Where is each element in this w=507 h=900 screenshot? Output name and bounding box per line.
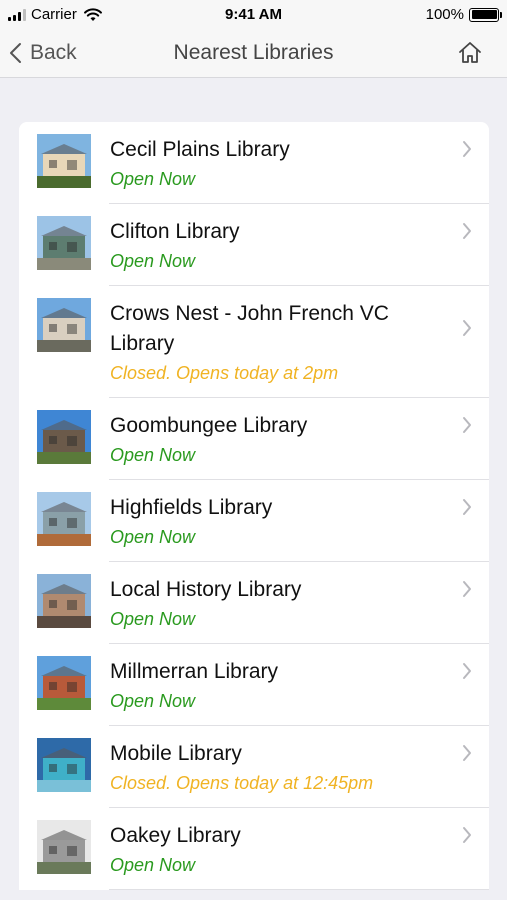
chevron-right-icon [463,141,471,157]
library-photo [37,820,91,874]
list-item[interactable]: Local History Library Open Now [19,562,489,644]
chevron-right-icon [463,827,471,843]
home-icon[interactable] [457,40,483,66]
library-name: Clifton Library [110,220,240,243]
library-text: Millmerran Library Open Now [110,657,449,715]
library-photo [37,574,91,628]
list-item[interactable]: Highfields Library Open Now [19,480,489,562]
list-item[interactable]: Clifton Library Open Now [19,204,489,286]
library-status: Closed. Opens today at 12:45pm [110,773,374,793]
page-title: Nearest Libraries [173,41,334,64]
chevron-right-icon [463,745,471,761]
library-photo [37,656,91,710]
library-text: Crows Nest - John French VC Library Close… [110,299,449,387]
chevron-right-icon [463,663,471,679]
chevron-right-icon [463,417,471,433]
library-text: Clifton Library Open Now [110,217,449,275]
library-name: Mobile Library [110,742,242,765]
list-item[interactable]: Oakey Library Open Now [19,808,489,890]
library-status: Open Now [110,445,196,465]
library-name: Oakey Library [110,824,241,847]
library-photo [37,492,91,546]
chevron-right-icon [463,223,471,239]
library-photo [37,738,91,792]
library-status: Open Now [110,251,196,271]
row-divider [109,889,489,890]
library-name: Crows Nest - John French VC Library [110,302,389,355]
library-name: Local History Library [110,578,302,601]
library-list: Cecil Plains Library Open Now Clifton Libr… [19,122,489,890]
chevron-right-icon [463,320,471,336]
library-text: Local History Library Open Now [110,575,449,633]
library-text: Goombungee Library Open Now [110,411,449,469]
library-name: Millmerran Library [110,660,279,683]
library-status: Open Now [110,855,196,875]
library-status: Open Now [110,169,196,189]
battery-percent: 100% [425,6,464,23]
library-status: Open Now [110,527,196,547]
library-text: Cecil Plains Library Open Now [110,135,449,193]
chevron-right-icon [463,581,471,597]
library-name: Cecil Plains Library [110,138,290,161]
list-item[interactable]: Goombungee Library Open Now [19,398,489,480]
library-status: Open Now [110,609,196,629]
list-item[interactable]: Crows Nest - John French VC Library Close… [19,286,489,398]
list-item[interactable]: Mobile Library Closed. Opens today at 12:… [19,726,489,808]
library-text: Oakey Library Open Now [110,821,449,879]
battery-icon [469,7,502,22]
navigation-bar: Back Nearest Libraries [0,30,507,78]
chevron-right-icon [463,499,471,515]
library-status: Closed. Opens today at 2pm [110,363,339,383]
library-text: Mobile Library Closed. Opens today at 12:… [110,739,449,797]
library-photo [37,410,91,464]
status-bar: Carrier 9:41 AM 100% [0,0,507,30]
library-photo [37,216,91,270]
list-item[interactable]: Cecil Plains Library Open Now [19,122,489,204]
library-name: Goombungee Library [110,414,308,437]
library-photo [37,134,91,188]
status-right: 100% [425,6,502,23]
library-name: Highfields Library [110,496,273,519]
list-item[interactable]: Millmerran Library Open Now [19,644,489,726]
library-text: Highfields Library Open Now [110,493,449,551]
library-photo [37,298,91,352]
library-status: Open Now [110,691,196,711]
